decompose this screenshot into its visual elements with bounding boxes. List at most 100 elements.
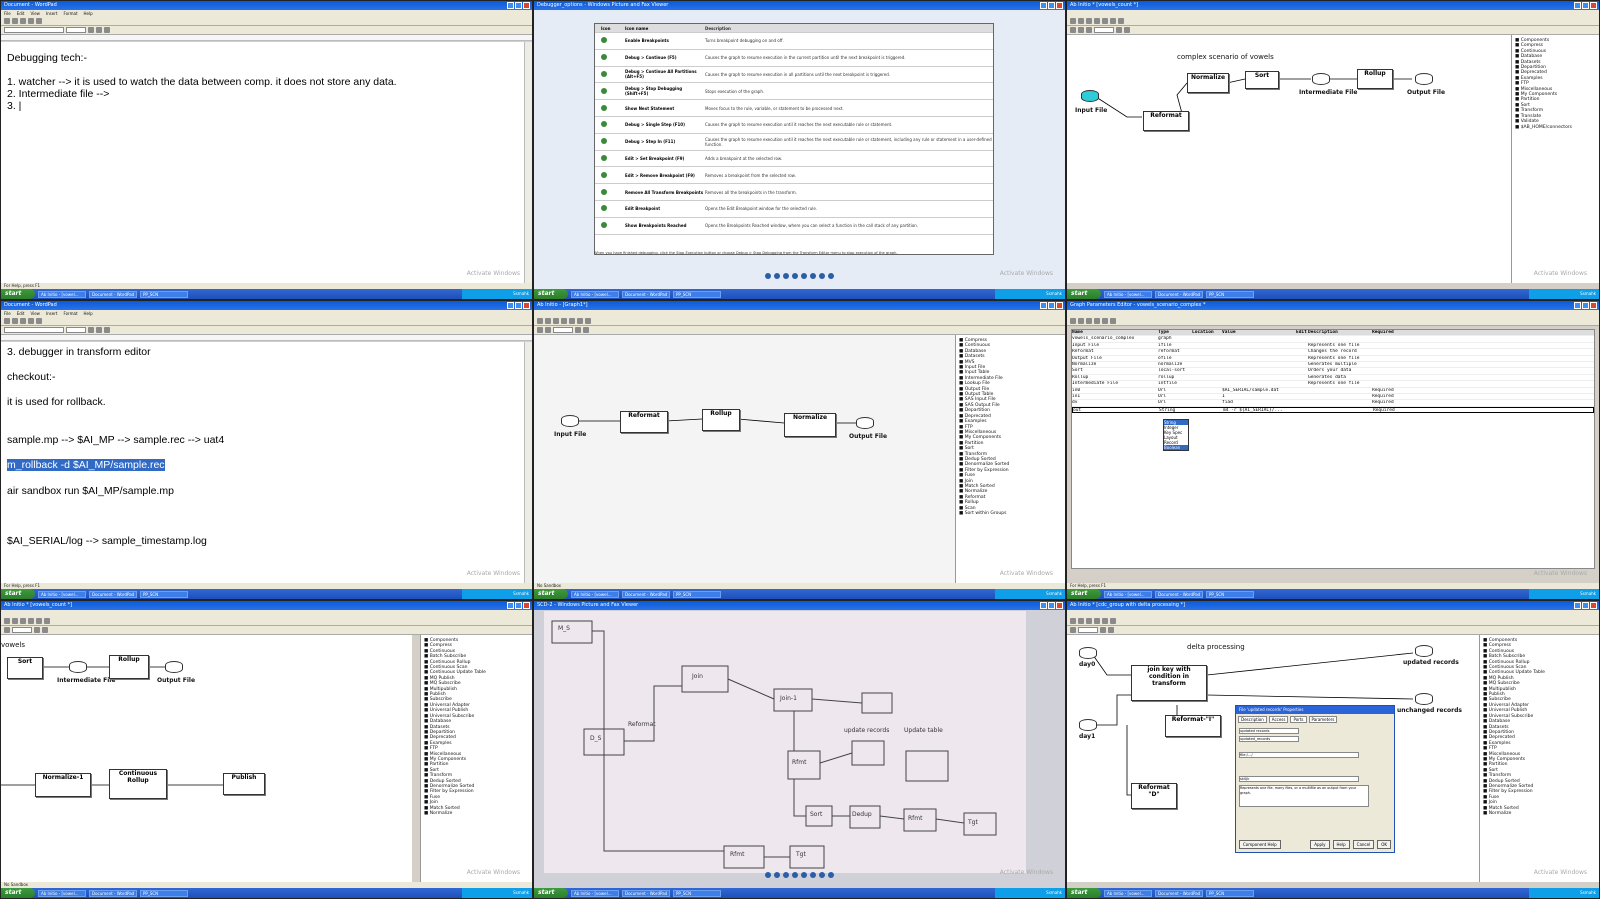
intermediate-file-node[interactable]: [69, 661, 87, 673]
menu-item[interactable]: File: [4, 11, 11, 16]
dialog-button[interactable]: Help: [1332, 840, 1350, 849]
menu-item[interactable]: Insert: [46, 311, 57, 316]
input-file-node[interactable]: [1081, 90, 1099, 102]
rollup-node[interactable]: Rollup: [1357, 69, 1393, 89]
taskbar-item[interactable]: Ab Initio - [vowel...: [571, 290, 619, 298]
minimize-button[interactable]: [1040, 2, 1047, 9]
taskbar-item[interactable]: Ab Initio - [vowel...: [1104, 889, 1152, 897]
font-select[interactable]: [4, 27, 64, 33]
start-button[interactable]: start: [534, 289, 568, 299]
parameters-table[interactable]: Name Type Location Value Edit Description Requ…: [1071, 329, 1595, 569]
taskbar-item[interactable]: Ab Initio - [vowel...: [1104, 590, 1152, 598]
updated-records-node[interactable]: [1415, 645, 1433, 657]
taskbar-item[interactable]: PP_SCN: [1206, 290, 1254, 298]
document-body[interactable]: Debugging tech:- 1. watcher --> it is us…: [1, 42, 524, 283]
graph-canvas[interactable]: Input File Reformat Rollup Normalize Out…: [534, 335, 955, 583]
start-button[interactable]: start: [1, 589, 35, 599]
delete-icon[interactable]: [810, 273, 816, 279]
dialog-button[interactable]: Apply: [1310, 840, 1330, 849]
taskbar-item[interactable]: PP_SCN: [140, 889, 188, 897]
menu-item[interactable]: Format: [63, 11, 77, 16]
url-field[interactable]: file:/.../: [1239, 752, 1359, 758]
help-icon[interactable]: [828, 872, 834, 878]
taskbar-item[interactable]: Ab Initio - [vowel...: [1104, 290, 1152, 298]
print-icon[interactable]: [819, 273, 825, 279]
dropdown-option[interactable]: Boolean: [1164, 445, 1188, 450]
start-button[interactable]: start: [1067, 589, 1101, 599]
save-icon[interactable]: [20, 18, 26, 24]
menu-item[interactable]: View: [30, 311, 40, 316]
start-button[interactable]: start: [534, 589, 568, 599]
prev-icon[interactable]: [765, 273, 771, 279]
output-file-node[interactable]: [165, 661, 183, 673]
normalize-node[interactable]: Normalize: [784, 413, 836, 437]
close-button[interactable]: [523, 302, 530, 309]
author-field[interactable]: sk0jk: [1239, 776, 1359, 782]
tree-item[interactable]: ■ Normalize: [424, 811, 529, 816]
start-button[interactable]: start: [1, 888, 35, 898]
new-icon[interactable]: [4, 18, 10, 24]
reformat-node[interactable]: Reformat: [620, 411, 668, 433]
menu-item[interactable]: Format: [63, 311, 77, 316]
maximize-button[interactable]: [1582, 2, 1589, 9]
dialog-button[interactable]: Component Help: [1239, 840, 1281, 849]
dialog-tab[interactable]: Description: [1238, 716, 1267, 723]
continuous-rollup-node[interactable]: Continuous Rollup: [109, 769, 167, 799]
comment-field[interactable]: Represents one file, many files, or a mu…: [1239, 785, 1369, 807]
normalize-node[interactable]: Normalize: [1187, 73, 1229, 93]
taskbar-item[interactable]: Document - WordPad: [89, 290, 137, 298]
find-icon[interactable]: [36, 18, 42, 24]
graph-canvas[interactable]: delta processing day0 join key with cond…: [1067, 635, 1479, 882]
minimize-button[interactable]: [507, 302, 514, 309]
component-tree[interactable]: ■ Components ■ Compress ■ Continuous ■ Batc…: [1479, 635, 1599, 882]
output-file-node[interactable]: [1415, 73, 1433, 85]
menu-item[interactable]: Insert: [46, 11, 57, 16]
vertical-scrollbar[interactable]: [524, 42, 532, 283]
publish-node[interactable]: Publish: [223, 773, 265, 795]
menu-item[interactable]: Help: [84, 311, 93, 316]
taskbar-item[interactable]: Document - WordPad: [1155, 290, 1203, 298]
underline-icon[interactable]: [104, 27, 110, 33]
reformat-d-node[interactable]: Reformat "D": [1131, 783, 1177, 809]
tree-item[interactable]: ■ Normalize: [1483, 811, 1596, 816]
menu-item[interactable]: Edit: [17, 311, 25, 316]
zoom-out-icon[interactable]: [792, 872, 798, 878]
component-tree[interactable]: ■ Components ■ Compress ■ Continuous ■ Batc…: [420, 635, 532, 882]
taskbar-item[interactable]: PP_SCN: [140, 290, 188, 298]
next-icon[interactable]: [774, 872, 780, 878]
rollup-node[interactable]: Rollup: [109, 655, 149, 679]
print-icon[interactable]: [28, 18, 34, 24]
table-row[interactable]: out String m4 -r ${AI_SERIAL}/... Required: [1072, 406, 1594, 414]
tree-item[interactable]: ■ $AB_HOME/connectors: [1515, 125, 1596, 130]
taskbar-item[interactable]: Document - WordPad: [1155, 889, 1203, 897]
taskbar-item[interactable]: Document - WordPad: [89, 889, 137, 897]
start-button[interactable]: start: [1, 289, 35, 299]
dialog-button[interactable]: Cancel: [1352, 840, 1375, 849]
taskbar-item[interactable]: Ab Initio - [vowel...: [571, 590, 619, 598]
open-icon[interactable]: [12, 18, 18, 24]
italic-icon[interactable]: [96, 27, 102, 33]
taskbar-item[interactable]: Ab Initio - [vowel...: [38, 889, 86, 897]
dialog-tab[interactable]: Ports: [1290, 716, 1307, 723]
taskbar-item[interactable]: Document - WordPad: [622, 889, 670, 897]
minimize-button[interactable]: [1574, 2, 1581, 9]
rotate-icon[interactable]: [801, 273, 807, 279]
unchanged-records-node[interactable]: [1415, 693, 1433, 705]
intermediate-file-node[interactable]: [1312, 73, 1330, 85]
taskbar-item[interactable]: Document - WordPad: [89, 590, 137, 598]
taskbar-item[interactable]: PP_SCN: [1206, 889, 1254, 897]
prev-icon[interactable]: [765, 872, 771, 878]
input-file-node[interactable]: [561, 415, 579, 427]
menu-item[interactable]: File: [4, 311, 11, 316]
rotate-icon[interactable]: [801, 872, 807, 878]
rollup-node[interactable]: Rollup: [702, 409, 740, 431]
dialog-button[interactable]: OK: [1377, 840, 1391, 849]
taskbar-item[interactable]: Document - WordPad: [622, 590, 670, 598]
reformat-i-node[interactable]: Reformat-"I": [1165, 715, 1221, 737]
sort-node[interactable]: Sort: [7, 657, 43, 679]
help-icon[interactable]: [828, 273, 834, 279]
reformat-node[interactable]: Reformat: [1143, 111, 1189, 131]
output-file-node[interactable]: [856, 417, 874, 429]
maximize-button[interactable]: [515, 302, 522, 309]
dialog-tab[interactable]: Access: [1268, 716, 1289, 723]
